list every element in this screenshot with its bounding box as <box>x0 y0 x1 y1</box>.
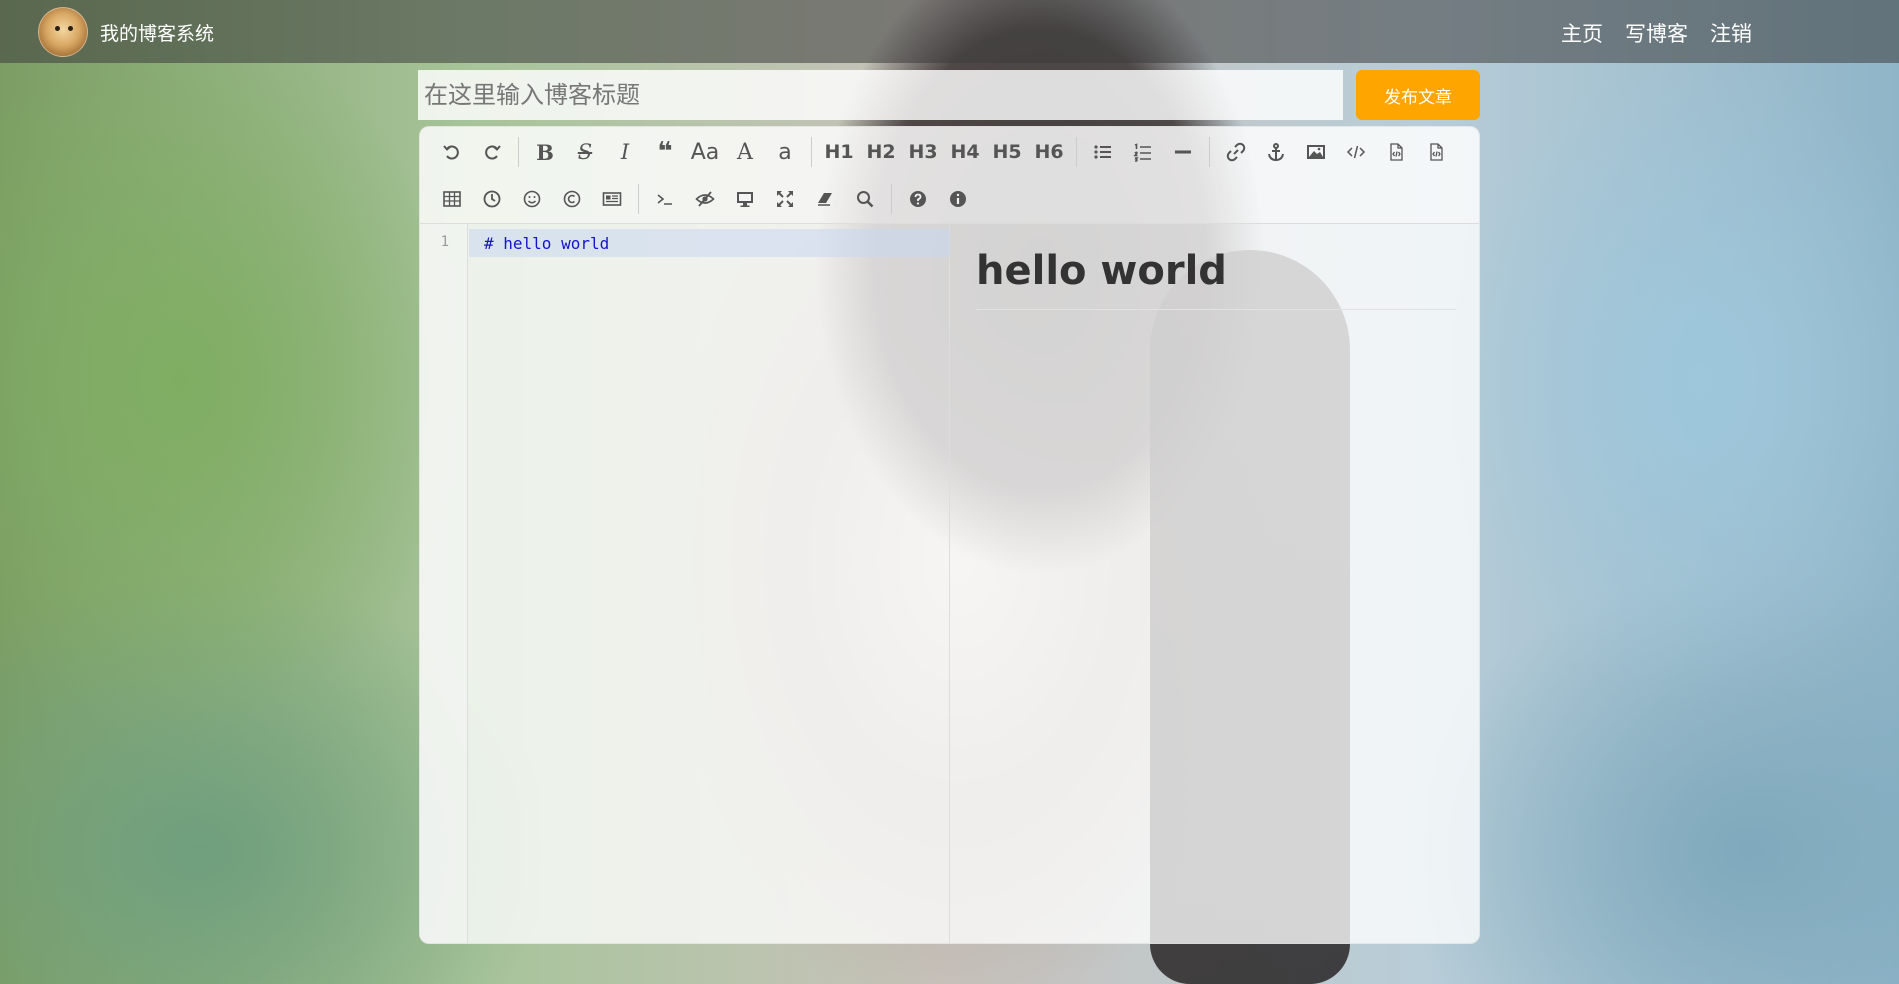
markdown-code-pane[interactable]: 1 # hello world <box>420 224 950 943</box>
info-icon[interactable] <box>938 181 978 217</box>
site-title: 我的博客系统 <box>100 23 215 45</box>
markdown-editor: B S I ❝ Aa A a H1 H2 H3 H4 H5 H6 1 # hel… <box>419 126 1480 944</box>
terminal-icon[interactable] <box>645 181 685 217</box>
ordered-list-icon[interactable] <box>1123 134 1163 170</box>
blog-title-input[interactable] <box>418 70 1343 120</box>
datetime-icon[interactable] <box>472 181 512 217</box>
fullscreen-icon[interactable] <box>765 181 805 217</box>
quote-icon[interactable]: ❝ <box>645 134 685 170</box>
link-icon[interactable] <box>1216 134 1256 170</box>
emoji-icon[interactable] <box>512 181 552 217</box>
bold-icon[interactable]: B <box>525 134 565 170</box>
code-block-icon[interactable] <box>1376 134 1416 170</box>
site-logo-avatar <box>38 7 88 57</box>
fullscreen-preview-icon[interactable] <box>725 181 765 217</box>
heading-4-button[interactable]: H4 <box>944 134 986 170</box>
strikethrough-icon[interactable]: S <box>565 134 605 170</box>
heading-2-button[interactable]: H2 <box>860 134 902 170</box>
line-number-gutter: 1 <box>420 224 468 943</box>
toolbar-divider <box>891 184 892 214</box>
lowercase-icon[interactable]: a <box>765 134 805 170</box>
heading-3-button[interactable]: H3 <box>902 134 944 170</box>
html-entities-icon[interactable] <box>552 181 592 217</box>
markdown-preview-pane: hello world <box>951 224 1479 943</box>
horizontal-rule-icon[interactable] <box>1163 134 1203 170</box>
nav-link-home[interactable]: 主页 <box>1561 18 1603 48</box>
toolbar-divider <box>1209 137 1210 167</box>
toolbar-row-1: B S I ❝ Aa A a H1 H2 H3 H4 H5 H6 <box>432 132 1456 172</box>
hide-preview-icon[interactable] <box>685 181 725 217</box>
heading-6-button[interactable]: H6 <box>1028 134 1070 170</box>
pagebreak-icon[interactable] <box>592 181 632 217</box>
file-code-icon[interactable] <box>1416 134 1456 170</box>
toolbar-divider <box>1076 137 1077 167</box>
heading-1-button[interactable]: H1 <box>818 134 860 170</box>
undo-icon[interactable] <box>432 134 472 170</box>
publish-button[interactable]: 发布文章 <box>1356 70 1480 120</box>
toolbar-divider <box>638 184 639 214</box>
redo-icon[interactable] <box>472 134 512 170</box>
help-icon[interactable] <box>898 181 938 217</box>
unordered-list-icon[interactable] <box>1083 134 1123 170</box>
editor-toolbar: B S I ❝ Aa A a H1 H2 H3 H4 H5 H6 <box>420 127 1479 224</box>
clear-icon[interactable] <box>805 181 845 217</box>
toolbar-divider <box>518 137 519 167</box>
code-icon[interactable] <box>1336 134 1376 170</box>
toolbar-row-2 <box>432 179 978 219</box>
toolbar-divider <box>811 137 812 167</box>
image-icon[interactable] <box>1296 134 1336 170</box>
code-line[interactable]: # hello world <box>484 234 609 253</box>
anchor-icon[interactable] <box>1256 134 1296 170</box>
line-number: 1 <box>440 234 449 250</box>
table-icon[interactable] <box>432 181 472 217</box>
nav-link-write-blog[interactable]: 写博客 <box>1625 18 1688 48</box>
search-icon[interactable] <box>845 181 885 217</box>
title-row: 发布文章 <box>418 70 1480 120</box>
navbar: 我的博客系统 主页 写博客 注销 <box>0 0 1899 63</box>
capitalize-icon[interactable]: A <box>725 134 765 170</box>
nav-link-logout[interactable]: 注销 <box>1710 18 1752 48</box>
heading-5-button[interactable]: H5 <box>986 134 1028 170</box>
italic-icon[interactable]: I <box>605 134 645 170</box>
uppercase-icon[interactable]: Aa <box>685 134 725 170</box>
preview-heading: hello world <box>976 248 1227 294</box>
nav-links: 主页 写博客 注销 <box>1561 18 1752 48</box>
preview-heading-underline <box>976 309 1456 310</box>
